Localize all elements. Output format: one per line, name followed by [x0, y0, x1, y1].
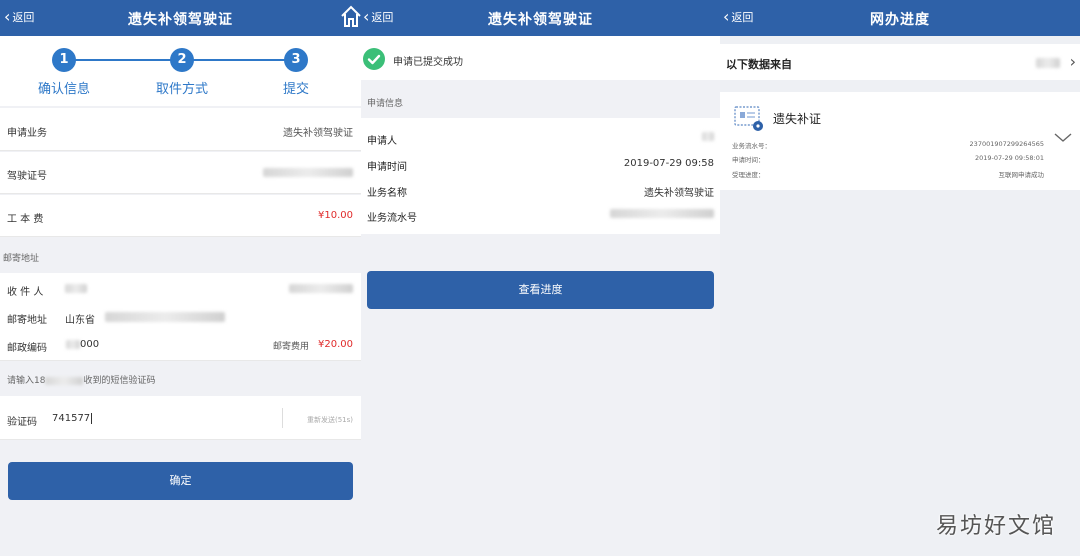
data-source-row[interactable]: 以下数据来自 › [720, 44, 1080, 80]
row-fee: 工 本 费 ¥10.00 [0, 195, 361, 237]
code-input[interactable]: 741577 [52, 413, 93, 424]
step-3-label: 提交 [282, 82, 309, 97]
row-verification: 验证码 741577 重新发送(51s) [0, 396, 361, 440]
page-title: 遗失补领驾驶证 [128, 12, 233, 28]
item-time-label: 申请时间： [732, 156, 765, 164]
fee-value: ¥10.00 [318, 210, 353, 221]
item-serial-label: 业务流水号： [732, 142, 771, 150]
item-title: 遗失补证 [773, 112, 822, 126]
phone-redacted [45, 376, 84, 385]
recipient-phone-redacted [289, 284, 353, 293]
license-label: 驾驶证号 [7, 171, 47, 182]
page-title: 网办进度 [870, 12, 930, 28]
address-prefix: 山东省 [65, 315, 95, 326]
fee-label: 工 本 费 [7, 214, 44, 225]
row-item-status: 受理进度： 互联网申请成功 [732, 169, 1044, 179]
row-license: 驾驶证号 [0, 152, 361, 194]
item-time-value: 2019-07-29 09:58:01 [974, 154, 1044, 162]
recipient-name-redacted [65, 284, 87, 293]
applicant-redacted [702, 132, 714, 141]
item-status-value: 互联网申请成功 [998, 171, 1045, 179]
address-label: 邮寄地址 [7, 315, 47, 326]
sms-prompt-suffix: 收到的短信验证码 [83, 376, 156, 386]
step-1-circle: 1 [52, 48, 76, 72]
mail-address-card: 收 件 人 邮寄地址 山东省 邮政编码 000 邮寄费用 ¥20.00 [0, 273, 361, 361]
postage-label: 邮寄费用 [272, 342, 309, 352]
mail-section-title: 邮寄地址 [3, 254, 40, 264]
row-item-time: 申请时间： 2019-07-29 09:58:01 [732, 154, 1044, 164]
success-banner: 申请已提交成功 [361, 36, 720, 80]
time-label: 申请时间 [367, 162, 407, 173]
top-bar: ‹ 返回 遗失补领驾驶证 [0, 0, 361, 36]
bizname-label: 业务名称 [367, 188, 407, 199]
check-circle-icon [363, 48, 385, 70]
home-icon[interactable] [340, 4, 362, 32]
application-info-title: 申请信息 [367, 99, 404, 109]
serial-label: 业务流水号 [367, 213, 417, 224]
watermark: 易坊好文馆 [935, 514, 1056, 539]
stepper: 1 2 3 确认信息 取件方式 提交 [0, 36, 361, 106]
panel-confirm-info: ‹ 返回 遗失补领驾驶证 1 2 3 确认信息 取件方式 提交 申请业务 遗失补… [0, 0, 361, 556]
view-progress-button[interactable]: 查看进度 [367, 271, 714, 309]
business-label: 申请业务 [7, 128, 47, 139]
application-info-card: 申请人 申请时间 2019-07-29 09:58 业务名称 遗失补领驾驶证 业… [361, 118, 720, 234]
item-status-label: 受理进度： [732, 171, 765, 179]
divider [282, 408, 283, 428]
data-source-redacted [1036, 58, 1060, 68]
top-bar: ‹ 返回 网办进度 [720, 0, 1080, 36]
step-2-circle: 2 [170, 48, 194, 72]
bizname-value: 遗失补领驾驶证 [644, 188, 714, 199]
document-icon [734, 106, 763, 131]
serial-redacted [610, 209, 714, 218]
progress-item-card[interactable]: 遗失补证 业务流水号： 2370019072992645​65 申请时间： 20… [720, 92, 1080, 190]
sms-prompt: 请输入18 收到的短信验证码 [7, 373, 155, 386]
postage-value: ¥20.00 [318, 339, 353, 350]
resend-button[interactable]: 重新发送(51s) [307, 415, 353, 425]
address-detail-redacted [105, 312, 225, 322]
item-serial-value: 2370019072992645​65 [969, 140, 1044, 148]
applicant-label: 申请人 [367, 136, 397, 147]
confirm-button[interactable]: 确定 [8, 462, 353, 500]
row-business: 申请业务 遗失补领驾驶证 [0, 108, 361, 151]
postcode-prefix-redacted [66, 340, 80, 349]
time-value: 2019-07-29 09:58 [623, 158, 714, 169]
postcode-label: 邮政编码 [7, 343, 47, 354]
chevron-right-icon: › [1069, 52, 1076, 71]
data-source-label: 以下数据来自 [726, 58, 792, 71]
chevron-down-icon[interactable] [1054, 128, 1072, 147]
step-connector [64, 59, 182, 61]
row-item-serial: 业务流水号： 2370019072992645​65 [732, 140, 1044, 150]
step-3-circle: 3 [284, 48, 308, 72]
page-title: 遗失补领驾驶证 [488, 12, 593, 28]
license-value-redacted [263, 168, 353, 177]
panel-submit-success: ‹ 返回 遗失补领驾驶证 申请已提交成功 申请信息 申请人 申请时间 2019-… [361, 0, 720, 556]
business-value: 遗失补领驾驶证 [283, 128, 353, 139]
step-1-label: 确认信息 [37, 82, 90, 97]
code-label: 验证码 [7, 417, 37, 428]
step-2-label: 取件方式 [155, 82, 208, 97]
recipient-label: 收 件 人 [7, 287, 44, 298]
sms-prompt-prefix: 请输入18 [7, 376, 46, 386]
top-bar: ‹ 返回 遗失补领驾驶证 [361, 0, 720, 36]
panel-progress: ‹ 返回 网办进度 以下数据来自 › 遗失补证 业务流水号： 237001907… [720, 0, 1080, 556]
success-text: 申请已提交成功 [393, 57, 463, 68]
postcode-value: 000 [80, 339, 100, 350]
step-connector [182, 59, 296, 61]
